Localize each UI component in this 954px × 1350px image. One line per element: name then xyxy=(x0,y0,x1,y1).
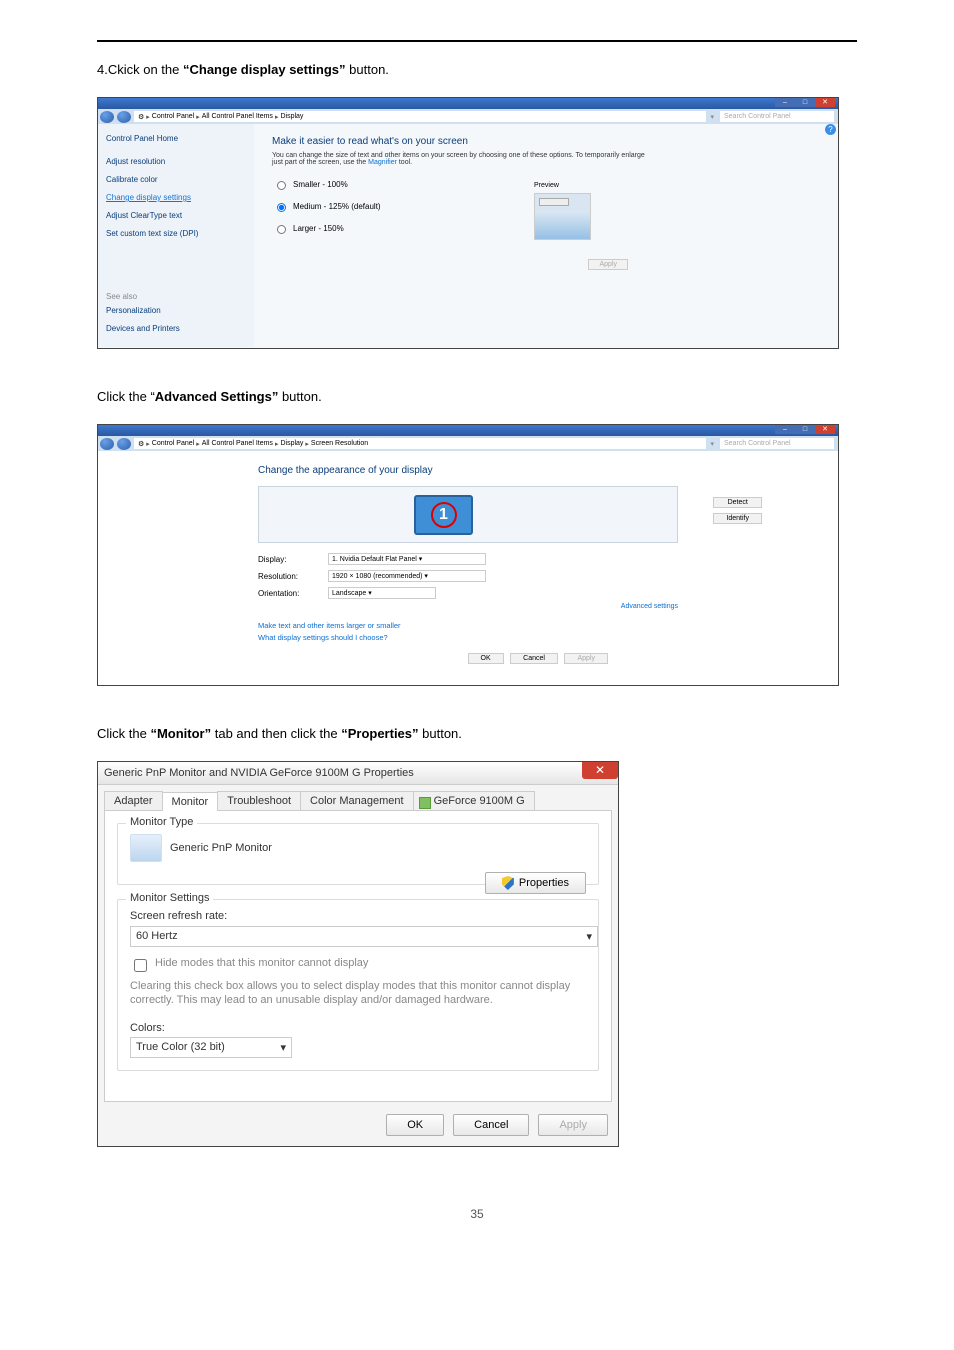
advanced-settings-link[interactable]: Advanced settings xyxy=(258,603,678,610)
heading: Change the appearance of your display xyxy=(258,465,678,476)
tab-color-management[interactable]: Color Management xyxy=(300,791,414,810)
cancel-button[interactable]: Cancel xyxy=(453,1114,529,1136)
sidebar-item-devices-printers[interactable]: Devices and Printers xyxy=(106,320,246,337)
nav-forward-icon[interactable] xyxy=(117,111,131,123)
ok-button[interactable]: OK xyxy=(386,1114,444,1136)
tab-troubleshoot[interactable]: Troubleshoot xyxy=(217,791,301,810)
ok-button[interactable]: OK xyxy=(468,653,504,664)
sidebar-item-custom-dpi[interactable]: Set custom text size (DPI) xyxy=(106,225,246,242)
nav-forward-icon[interactable] xyxy=(117,438,131,450)
maximize-button[interactable]: □ xyxy=(795,425,815,434)
display-label: Display: xyxy=(258,555,328,564)
refresh-label: Screen refresh rate: xyxy=(130,910,586,922)
tab-monitor[interactable]: Monitor xyxy=(162,792,219,811)
preview-area: Preview xyxy=(534,182,591,240)
nav-back-icon[interactable] xyxy=(100,111,114,123)
magnifier-link[interactable]: Magnifier xyxy=(368,159,397,166)
maximize-button[interactable]: □ xyxy=(795,98,815,107)
monitor-icon[interactable]: 1 xyxy=(414,495,473,535)
colors-select[interactable]: True Color (32 bit)▾ xyxy=(130,1037,292,1058)
window-titlebar: – □ ✕ xyxy=(98,98,838,109)
sidebar-item-adjust-resolution[interactable]: Adjust resolution xyxy=(106,153,246,170)
tab-geforce[interactable]: GeForce 9100M G xyxy=(413,791,535,810)
sidebar-item-calibrate-color[interactable]: Calibrate color xyxy=(106,171,246,188)
content-heading: Make it easier to read what's on your sc… xyxy=(272,136,820,147)
hide-modes-label: Hide modes that this monitor cannot disp… xyxy=(155,957,368,969)
breadcrumb[interactable]: ⚙▸ Control Panel▸ All Control Panel Item… xyxy=(134,438,706,449)
orientation-label: Orientation: xyxy=(258,589,328,598)
breadcrumb[interactable]: ⚙▸ Control Panel▸ All Control Panel Item… xyxy=(134,111,706,122)
display-select[interactable]: 1. Nvidia Default Flat Panel ▾ xyxy=(328,553,486,565)
control-panel-home-link[interactable]: Control Panel Home xyxy=(106,134,246,143)
hide-modes-hint: Clearing this check box allows you to se… xyxy=(130,979,586,1008)
properties-button[interactable]: Properties xyxy=(485,872,586,894)
monitor-preview-box: 1 Detect Identify xyxy=(258,486,678,543)
apply-button[interactable]: Apply xyxy=(588,259,628,270)
detect-button[interactable]: Detect xyxy=(713,497,762,508)
resolution-select[interactable]: 1920 × 1080 (recommended) ▾ xyxy=(328,570,486,582)
window-titlebar: – □ ✕ xyxy=(98,425,838,436)
monitor-name: Generic PnP Monitor xyxy=(170,842,272,854)
close-button[interactable]: ✕ xyxy=(815,425,835,434)
sidebar-item-personalization[interactable]: Personalization xyxy=(106,302,246,319)
minimize-button[interactable]: – xyxy=(775,425,795,434)
orientation-select[interactable]: Landscape ▾ xyxy=(328,587,436,599)
chevron-down-icon: ▾ xyxy=(586,930,592,943)
monitor-settings-group: Monitor Settings Screen refresh rate: 60… xyxy=(117,899,599,1071)
step-1-text: 4.Ckick on the “Change display settings”… xyxy=(97,62,857,77)
refresh-rate-select[interactable]: 60 Hertz▾ xyxy=(130,926,598,947)
chevron-down-icon: ▾ xyxy=(280,1041,286,1054)
search-input[interactable]: Search Control Panel xyxy=(720,111,834,122)
dialog-title: Generic PnP Monitor and NVIDIA GeForce 9… xyxy=(98,762,618,785)
sidebar-item-change-display-settings[interactable]: Change display settings xyxy=(106,189,246,206)
page-number: 35 xyxy=(97,1207,857,1221)
sidebar: Control Panel Home Adjust resolution Cal… xyxy=(98,124,254,347)
close-button[interactable]: ✕ xyxy=(815,98,835,107)
close-button[interactable]: ✕ xyxy=(582,762,618,779)
monitor-type-group: Monitor Type Generic PnP Monitor Propert… xyxy=(117,823,599,885)
apply-button[interactable]: Apply xyxy=(538,1114,608,1136)
screenshot-screen-resolution: – □ ✕ ⚙▸ Control Panel▸ All Control Pane… xyxy=(97,424,839,686)
sidebar-item-cleartype[interactable]: Adjust ClearType text xyxy=(106,207,246,224)
identify-button[interactable]: Identify xyxy=(713,513,762,524)
see-also-heading: See also xyxy=(106,292,246,301)
step-3-text: Click the “Monitor” tab and then click t… xyxy=(97,726,857,741)
search-input[interactable]: Search Control Panel xyxy=(720,438,834,449)
monitor-icon xyxy=(130,834,162,862)
hide-modes-checkbox[interactable] xyxy=(134,959,147,972)
cancel-button[interactable]: Cancel xyxy=(510,653,558,664)
tab-adapter[interactable]: Adapter xyxy=(104,791,163,810)
nav-back-icon[interactable] xyxy=(100,438,114,450)
screenshot-display-panel: – □ ✕ ⚙▸ Control Panel▸ All Control Pane… xyxy=(97,97,839,349)
screenshot-monitor-properties: Generic PnP Monitor and NVIDIA GeForce 9… xyxy=(97,761,619,1147)
colors-label: Colors: xyxy=(130,1022,586,1034)
resolution-label: Resolution: xyxy=(258,572,328,581)
link-which-settings[interactable]: What display settings should I choose? xyxy=(258,632,678,644)
shield-icon xyxy=(502,876,514,890)
tab-strip: Adapter Monitor Troubleshoot Color Manag… xyxy=(98,785,618,810)
content-description: You can change the size of text and othe… xyxy=(272,152,652,166)
step-2-text: Click the “Advanced Settings” button. xyxy=(97,389,857,404)
link-larger-smaller[interactable]: Make text and other items larger or smal… xyxy=(258,620,678,632)
minimize-button[interactable]: – xyxy=(775,98,795,107)
preview-image xyxy=(534,193,591,240)
apply-button[interactable]: Apply xyxy=(564,653,608,664)
